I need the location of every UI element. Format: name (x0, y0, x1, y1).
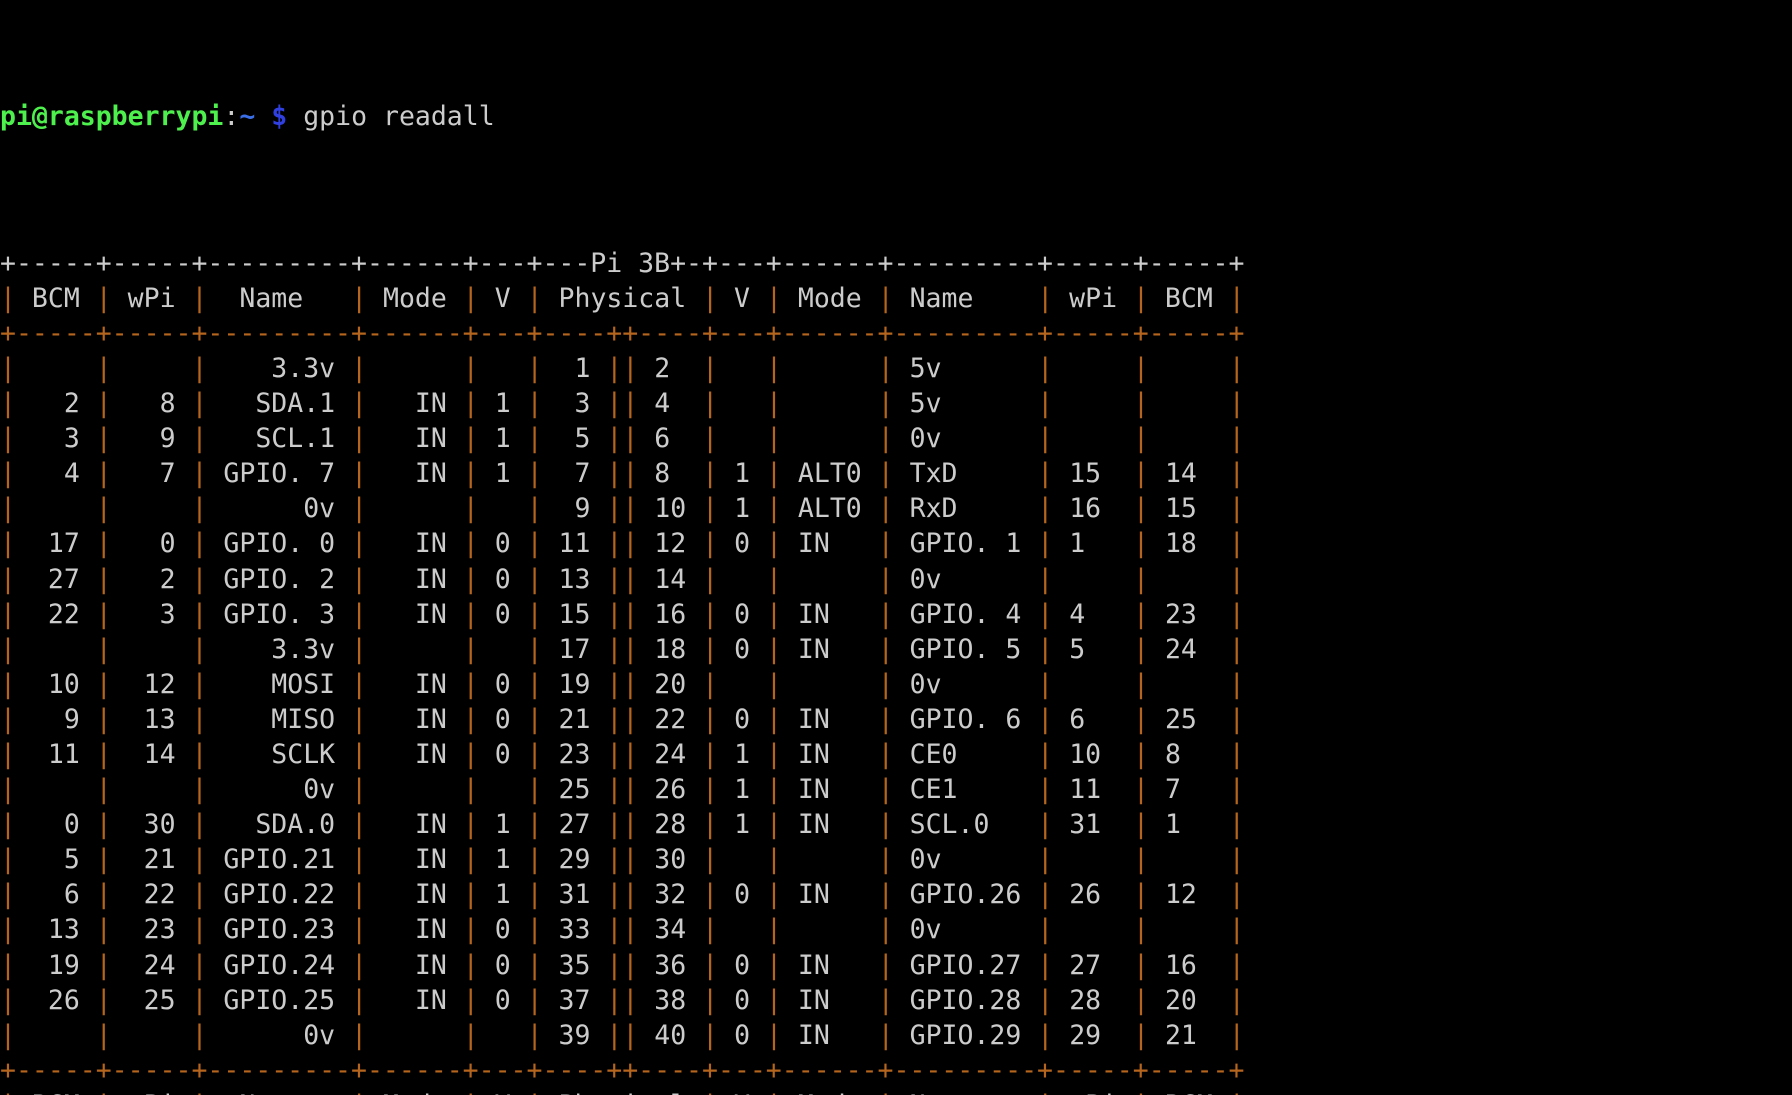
table-row: | 17 | 0 | GPIO. 0 | IN | 0 | 11 || 12 |… (0, 528, 1245, 560)
table-header-row: | BCM | wPi | Name | Mode | V | Physical… (0, 282, 1245, 314)
table-header-separator: +-----+-----+---------+------+---+----++… (0, 317, 1245, 349)
table-row: | | | 0v | | | 39 || 40 | 0 | IN | GPIO.… (0, 1019, 1245, 1051)
table-row: | 11 | 14 | SCLK | IN | 0 | 23 || 24 | 1… (0, 738, 1245, 770)
prompt-path: ~ (239, 101, 256, 133)
table-row: | | | 0v | | | 25 || 26 | 1 | IN | CE1 |… (0, 774, 1245, 806)
table-row: | | | 3.3v | | | 17 || 18 | 0 | IN | GPI… (0, 633, 1245, 665)
terminal-window[interactable]: pi@raspberrypi:~ $ gpio readall +-----+-… (0, 0, 1792, 1095)
table-top-border: +-----+-----+---------+------+---+---Pi … (0, 247, 1245, 279)
table-row: | 0 | 30 | SDA.0 | IN | 1 | 27 || 28 | 1… (0, 809, 1245, 841)
gpio-table-output: +-----+-----+---------+------+---+---Pi … (0, 246, 1792, 1095)
table-row: | 27 | 2 | GPIO. 2 | IN | 0 | 13 || 14 |… (0, 563, 1245, 595)
command-text (287, 101, 303, 132)
table-row: | 5 | 21 | GPIO.21 | IN | 1 | 29 || 30 |… (0, 844, 1245, 876)
table-row: | 13 | 23 | GPIO.23 | IN | 0 | 33 || 34 … (0, 914, 1245, 946)
prompt-user-host: pi@raspberrypi (0, 101, 224, 133)
table-row: | 2 | 8 | SDA.1 | IN | 1 | 3 || 4 | | | … (0, 388, 1245, 420)
table-row: | 19 | 24 | GPIO.24 | IN | 0 | 35 || 36 … (0, 949, 1245, 981)
table-row: | | | 0v | | | 9 || 10 | 1 | ALT0 | RxD … (0, 493, 1245, 525)
table-row: | 10 | 12 | MOSI | IN | 0 | 19 || 20 | |… (0, 668, 1245, 700)
table-row: | 3 | 9 | SCL.1 | IN | 1 | 5 || 6 | | | … (0, 423, 1245, 455)
table-row: | 9 | 13 | MISO | IN | 0 | 21 || 22 | 0 … (0, 703, 1245, 735)
table-row: | | | 3.3v | | | 1 || 2 | | | 5v | | | (0, 352, 1245, 384)
command-line: pi@raspberrypi:~ $ gpio readall (0, 99, 1792, 134)
table-footer-separator: +-----+-----+---------+------+---+----++… (0, 1054, 1245, 1086)
prompt-dollar: $ (271, 101, 288, 133)
table-row: | 4 | 7 | GPIO. 7 | IN | 1 | 7 || 8 | 1 … (0, 458, 1245, 490)
table-row: | 22 | 3 | GPIO. 3 | IN | 0 | 15 || 16 |… (0, 598, 1245, 630)
prompt-colon: : (223, 101, 240, 133)
command-typed: gpio readall (303, 101, 495, 133)
table-footer-row: | BCM | wPi | Name | Mode | V | Physical… (0, 1088, 1792, 1095)
table-row: | 6 | 22 | GPIO.22 | IN | 1 | 31 || 32 |… (0, 879, 1245, 911)
table-row: | 26 | 25 | GPIO.25 | IN | 0 | 37 || 38 … (0, 984, 1245, 1016)
